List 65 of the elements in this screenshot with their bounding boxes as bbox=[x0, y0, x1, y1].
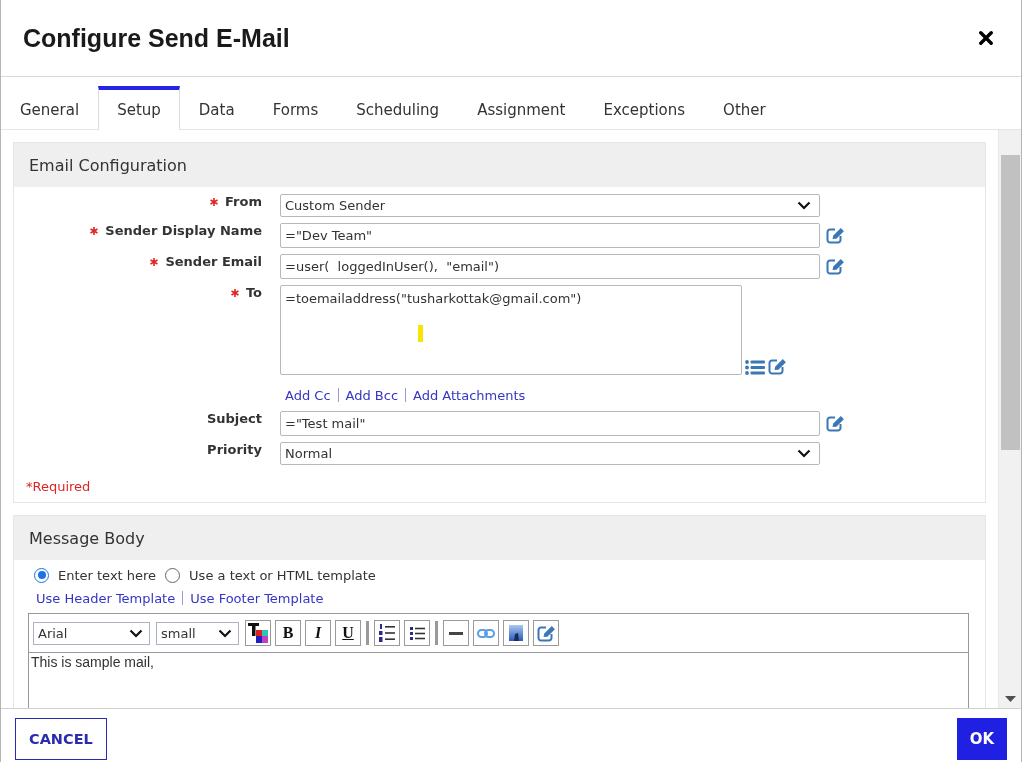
rule-button[interactable] bbox=[443, 620, 469, 646]
bullet-list-button[interactable] bbox=[404, 620, 430, 646]
link-icon bbox=[477, 628, 495, 638]
text-color-icon bbox=[248, 623, 268, 643]
editor-text[interactable]: This is sample mail, bbox=[29, 653, 968, 708]
edit-icon[interactable] bbox=[768, 358, 787, 375]
font-select[interactable]: Arial bbox=[33, 621, 150, 645]
chevron-down-icon bbox=[129, 628, 143, 638]
tab[interactable]: Scheduling bbox=[337, 86, 459, 130]
text-link[interactable]: Use Header Template bbox=[36, 590, 176, 606]
text-field[interactable]: ="Dev Team" bbox=[280, 223, 820, 248]
ok-button[interactable]: OK bbox=[956, 718, 1007, 760]
radio-label: Enter text here bbox=[58, 567, 157, 583]
text-field[interactable]: ="Test mail" bbox=[280, 411, 820, 436]
highlight-marker-icon bbox=[418, 325, 423, 342]
scrollbar-thumb[interactable] bbox=[1000, 155, 1020, 450]
text-field[interactable]: =user( loggedInUser(), "email") bbox=[280, 254, 820, 279]
radio-button[interactable] bbox=[165, 567, 181, 583]
chevron-down-icon bbox=[797, 201, 811, 210]
text-link[interactable]: Add Bcc bbox=[345, 387, 399, 403]
radio-button[interactable] bbox=[34, 567, 49, 583]
cancel-button[interactable]: CANCEL bbox=[15, 718, 107, 760]
text-link[interactable]: Add Attachments bbox=[413, 387, 526, 403]
field-label: Sender Email bbox=[165, 254, 262, 270]
tab[interactable]: General bbox=[1, 86, 99, 130]
bullet-list-icon bbox=[409, 626, 425, 640]
image-button[interactable] bbox=[503, 620, 529, 646]
tab[interactable]: Assignment bbox=[458, 86, 585, 130]
edit-icon[interactable] bbox=[826, 227, 845, 244]
field-label: Subject bbox=[206, 411, 262, 427]
required-note: *Required bbox=[25, 478, 92, 496]
dropdown-field[interactable]: Custom Sender bbox=[280, 194, 820, 217]
chevron-down-icon bbox=[218, 628, 232, 638]
underline-button[interactable]: U bbox=[335, 620, 361, 646]
tab[interactable]: Exceptions bbox=[584, 86, 705, 130]
textarea-field[interactable]: =toemailaddress("tusharkottak@gmail.com") bbox=[280, 285, 742, 375]
section-title: Email Configuration bbox=[14, 143, 985, 187]
dropdown-field[interactable]: Normal bbox=[280, 442, 820, 465]
field-label: Sender Display Name bbox=[105, 223, 262, 239]
close-icon[interactable] bbox=[979, 31, 993, 45]
tab[interactable]: Setup bbox=[98, 86, 180, 130]
edit-icon[interactable] bbox=[826, 415, 845, 432]
field-label: Priority bbox=[207, 442, 262, 458]
bold-button[interactable]: B bbox=[275, 620, 301, 646]
field-label: From bbox=[225, 194, 262, 210]
radio-label: Use a text or HTML template bbox=[189, 567, 376, 583]
ordered-list-button[interactable] bbox=[374, 620, 400, 646]
dialog-title: Configure Send E-Mail bbox=[23, 23, 290, 53]
list-icon[interactable] bbox=[745, 360, 765, 375]
numbered-list-icon bbox=[379, 624, 395, 642]
scroll-down-icon[interactable] bbox=[1005, 696, 1016, 702]
italic-button[interactable]: I bbox=[305, 620, 331, 646]
chevron-down-icon bbox=[797, 449, 811, 458]
image-icon bbox=[509, 625, 523, 641]
tab[interactable]: Data bbox=[179, 86, 254, 130]
tab[interactable]: Forms bbox=[253, 86, 338, 130]
text-link[interactable]: Add Cc bbox=[285, 387, 331, 403]
font-size-select[interactable]: small bbox=[156, 621, 239, 645]
scrollbar-track[interactable] bbox=[998, 130, 1021, 708]
text-color-button[interactable] bbox=[245, 620, 271, 646]
field-label: To bbox=[245, 285, 262, 301]
edit-icon[interactable] bbox=[826, 258, 845, 275]
tab[interactable]: Other bbox=[704, 86, 785, 130]
text-link[interactable]: Use Footer Template bbox=[190, 590, 324, 606]
section-title: Message Body bbox=[14, 516, 985, 560]
